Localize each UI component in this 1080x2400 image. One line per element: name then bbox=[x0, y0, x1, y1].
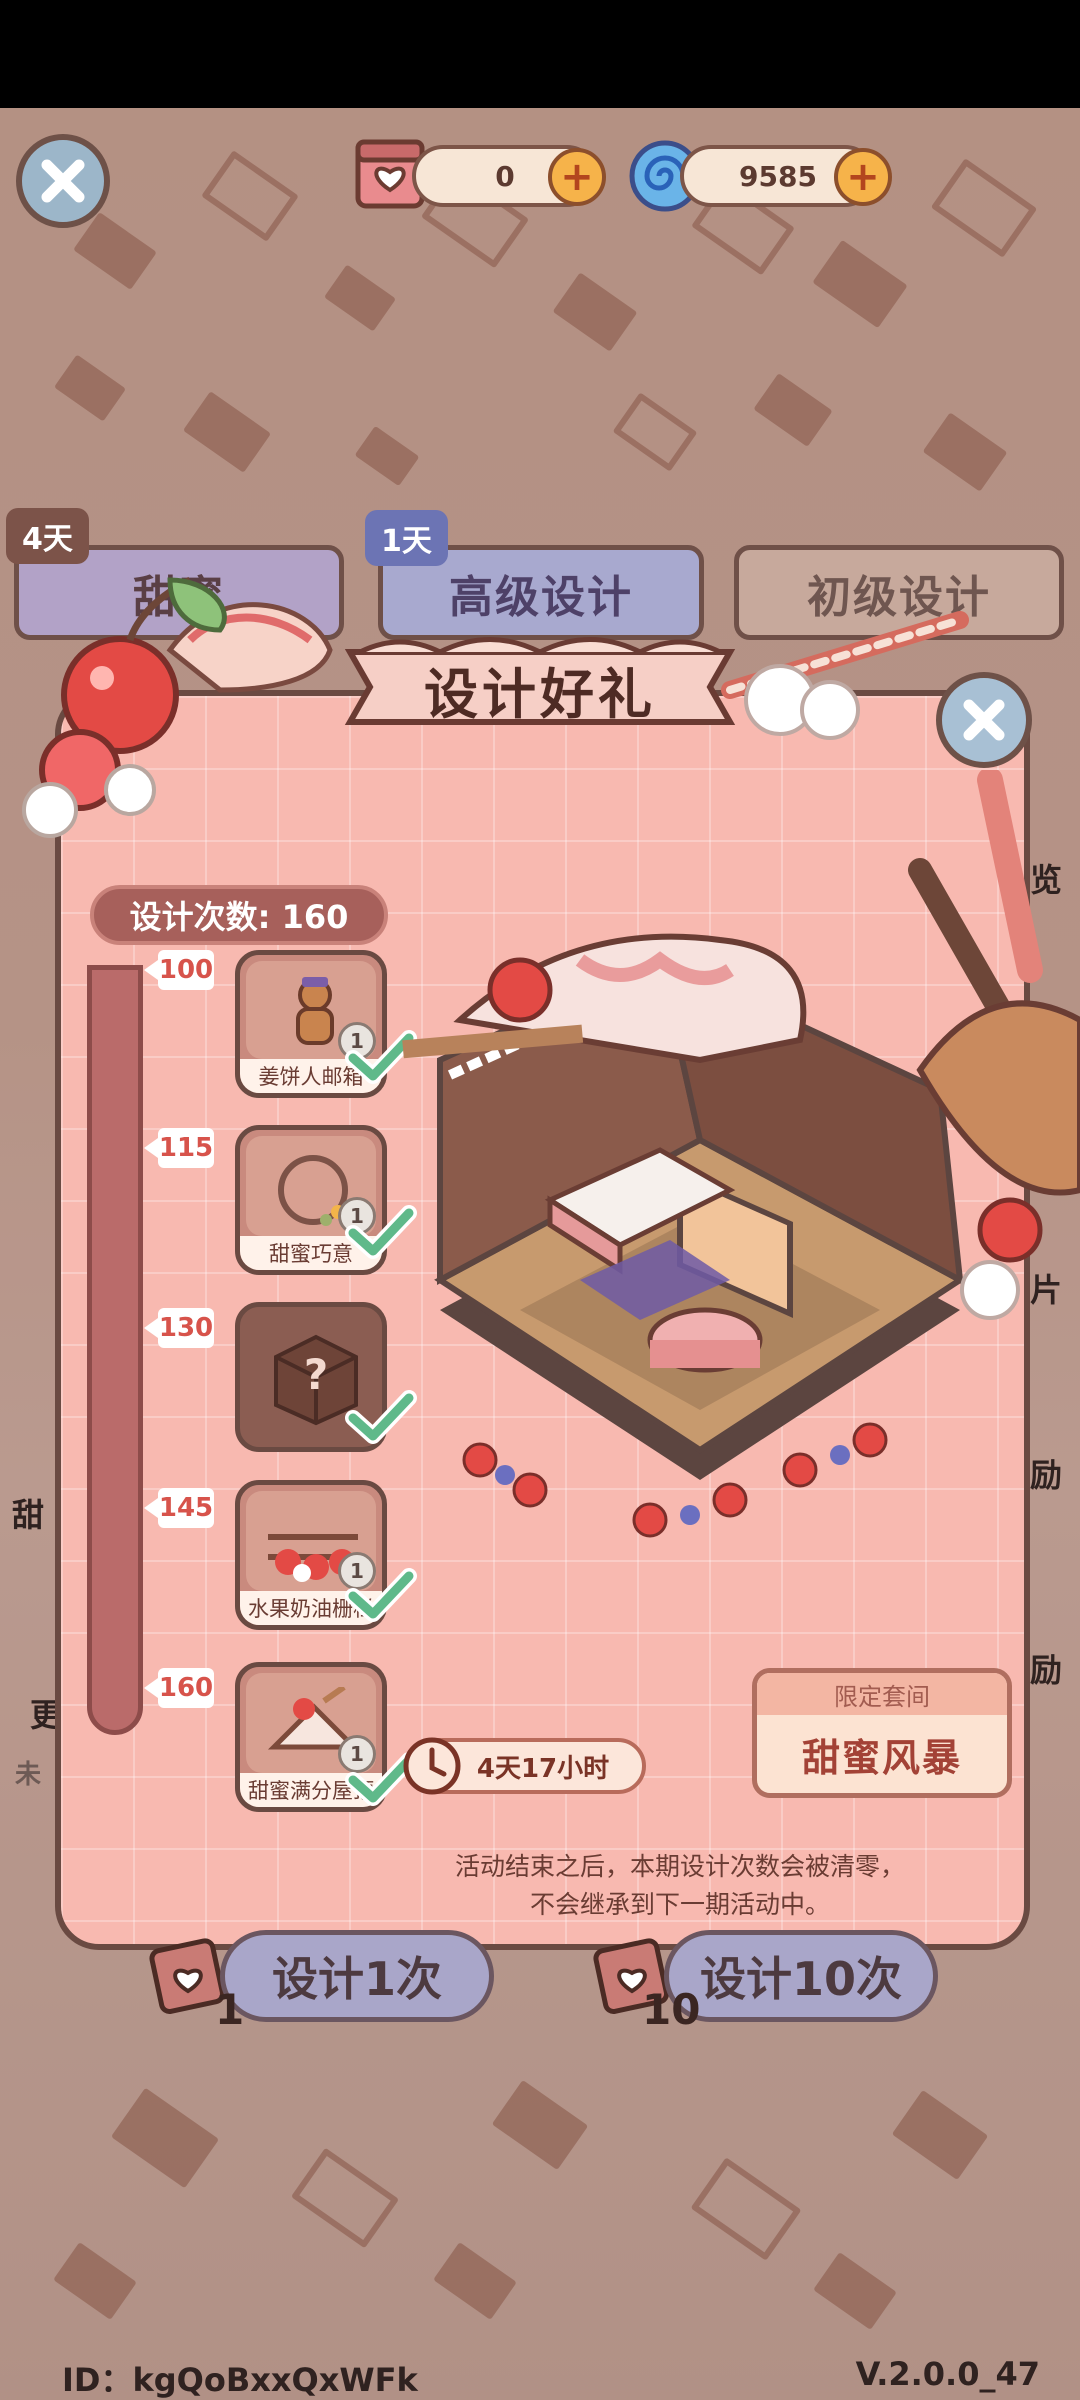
add-candy-button[interactable]: + bbox=[834, 148, 892, 206]
milestone-145: 145 bbox=[144, 1488, 214, 1528]
event-note: 活动结束之后，本期设计次数会被清零， 不会继承到下一期活动中。 bbox=[400, 1848, 960, 1924]
limited-suite-label: 限定套间 bbox=[757, 1673, 1007, 1715]
milestone-160: 160 bbox=[144, 1668, 214, 1708]
side-label-left-1: 甜 bbox=[12, 1496, 45, 1534]
side-label-left-3: 未 bbox=[15, 1760, 42, 1790]
limited-suite-name: 甜蜜风暴 bbox=[801, 1735, 962, 1780]
limited-suite-card[interactable]: 限定套间 甜蜜风暴 bbox=[752, 1668, 1012, 1798]
cherry-decoration-icon bbox=[22, 576, 333, 838]
milestone-130: 130 bbox=[144, 1308, 214, 1348]
clock-icon bbox=[403, 1737, 461, 1795]
side-label-reward-2: 励 bbox=[1030, 1651, 1063, 1689]
app-version: V.2.0.0_47 bbox=[855, 2355, 1040, 2393]
design-count-pill: 设计次数: 160 bbox=[90, 885, 388, 945]
tab-advanced-day-badge: 1天 bbox=[365, 510, 448, 566]
design-once-cost: 1 bbox=[215, 1985, 245, 2034]
design-ten-button[interactable]: 设计10次 bbox=[664, 1930, 938, 2022]
close-icon bbox=[963, 699, 1005, 741]
add-coupon-button[interactable]: + bbox=[548, 148, 606, 206]
event-note-line-1: 活动结束之后，本期设计次数会被清零， bbox=[454, 1852, 905, 1881]
event-note-line-2: 不会继承到下一期活动中。 bbox=[529, 1890, 830, 1919]
sundae-decoration-icon bbox=[908, 770, 1080, 1320]
close-icon[interactable] bbox=[16, 134, 110, 228]
player-id: ID：kgQoBxxQxWFk bbox=[62, 2361, 418, 2399]
modal-title: 设计好礼 bbox=[424, 663, 656, 726]
close-modal-button[interactable] bbox=[936, 672, 1032, 768]
side-label-reward-1: 励 bbox=[1030, 1456, 1063, 1494]
design-once-button[interactable]: 设计1次 bbox=[220, 1930, 494, 2022]
progress-track bbox=[87, 965, 143, 1735]
milestone-100: 100 bbox=[144, 950, 214, 990]
svg-text:?: ? bbox=[304, 1350, 328, 1399]
milestone-115: 115 bbox=[144, 1128, 214, 1168]
status-bar bbox=[0, 0, 1080, 108]
design-ten-cost: 10 bbox=[642, 1985, 701, 2034]
